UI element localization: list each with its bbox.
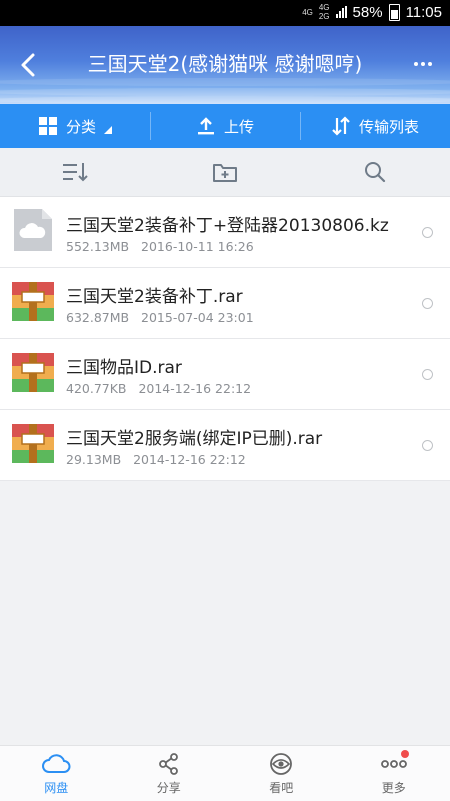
folder-header: 三国天堂2(感谢猫咪 感谢嗯哼): [0, 26, 450, 104]
file-date: 2015-07-04 23:01: [141, 310, 254, 325]
list-item[interactable]: 三国物品ID.rar 420.77KB 2014-12-16 22:12: [0, 339, 450, 410]
back-button[interactable]: [14, 50, 44, 80]
new-folder-button[interactable]: [150, 148, 300, 196]
transfer-icon: [331, 116, 351, 136]
file-size: 29.13MB: [66, 452, 121, 467]
category-button[interactable]: 分类: [0, 104, 150, 148]
more-options-button[interactable]: [414, 54, 438, 74]
action-bar: [0, 148, 450, 197]
battery-percent: 58%: [353, 4, 383, 21]
nav-more[interactable]: 更多: [338, 746, 450, 801]
nav-more-label: 更多: [382, 779, 406, 796]
grid-icon: [38, 116, 58, 136]
signal-icon: [336, 6, 347, 18]
select-radio[interactable]: [422, 369, 433, 380]
file-name: 三国天堂2服务端(绑定IP已删).rar: [66, 424, 322, 449]
file-date: 2016-10-11 16:26: [141, 239, 254, 254]
file-date: 2014-12-16 22:12: [138, 381, 251, 396]
nav-disk-label: 网盘: [44, 779, 68, 796]
network-indicator: 4G: [302, 8, 313, 17]
bottom-navigation: 网盘 分享 看吧 更多: [0, 745, 450, 801]
sort-icon: [61, 161, 89, 183]
new-folder-icon: [212, 161, 238, 183]
page-title: 三国天堂2(感谢猫咪 感谢嗯哼): [60, 48, 390, 77]
status-bar: 4G 4G 2G 58% 11:05: [0, 0, 450, 26]
file-meta: 552.13MB 2016-10-11 16:26: [66, 239, 254, 254]
share-icon: [157, 752, 181, 776]
list-item[interactable]: 三国天堂2装备补丁+登陆器20130806.kz 552.13MB 2016-1…: [0, 197, 450, 268]
file-name: 三国物品ID.rar: [66, 353, 182, 378]
rar-archive-icon: [10, 278, 56, 324]
cloud-icon: [41, 752, 71, 776]
file-date: 2014-12-16 22:12: [133, 452, 246, 467]
file-meta: 632.87MB 2015-07-04 23:01: [66, 310, 254, 325]
sort-button[interactable]: [0, 148, 150, 196]
rar-archive-icon: [10, 349, 56, 395]
nav-watch[interactable]: 看吧: [225, 746, 338, 801]
battery-icon: [389, 4, 400, 21]
search-button[interactable]: [300, 148, 450, 196]
list-item[interactable]: 三国天堂2服务端(绑定IP已删).rar 29.13MB 2014-12-16 …: [0, 410, 450, 481]
clock: 11:05: [406, 4, 442, 21]
cloud-file-icon: [10, 207, 56, 253]
file-size: 632.87MB: [66, 310, 129, 325]
select-radio[interactable]: [422, 298, 433, 309]
network-type: 4G: [302, 8, 313, 17]
file-size: 552.13MB: [66, 239, 129, 254]
file-meta: 420.77KB 2014-12-16 22:12: [66, 381, 251, 396]
chevron-left-icon: [14, 50, 44, 80]
upload-label: 上传: [224, 116, 254, 137]
file-meta: 29.13MB 2014-12-16 22:12: [66, 452, 246, 467]
notification-badge: [401, 750, 409, 758]
upload-icon: [196, 116, 216, 136]
nav-disk[interactable]: 网盘: [0, 746, 113, 801]
list-item[interactable]: 三国天堂2装备补丁.rar 632.87MB 2015-07-04 23:01: [0, 268, 450, 339]
nav-watch-label: 看吧: [269, 779, 293, 796]
nav-share-label: 分享: [157, 779, 181, 796]
category-label: 分类: [66, 116, 96, 137]
network-type-2: 4G: [319, 3, 330, 12]
network-type-2b: 2G: [319, 12, 330, 21]
upload-button[interactable]: 上传: [150, 104, 300, 148]
file-name: 三国天堂2装备补丁.rar: [66, 282, 243, 307]
rar-archive-icon: [10, 420, 56, 466]
triangle-down-icon: [104, 126, 112, 134]
file-list: 三国天堂2装备补丁+登陆器20130806.kz 552.13MB 2016-1…: [0, 197, 450, 481]
folder-toolbar: 分类 上传 传输列表: [0, 104, 450, 148]
transfer-list-button[interactable]: 传输列表: [300, 104, 450, 148]
file-name: 三国天堂2装备补丁+登陆器20130806.kz: [66, 211, 389, 236]
eye-icon: [268, 752, 294, 776]
select-radio[interactable]: [422, 227, 433, 238]
network-indicator-2: 4G 2G: [319, 3, 330, 21]
nav-share[interactable]: 分享: [113, 746, 226, 801]
select-radio[interactable]: [422, 440, 433, 451]
transfer-list-label: 传输列表: [359, 116, 419, 137]
search-icon: [363, 160, 387, 184]
file-size: 420.77KB: [66, 381, 127, 396]
